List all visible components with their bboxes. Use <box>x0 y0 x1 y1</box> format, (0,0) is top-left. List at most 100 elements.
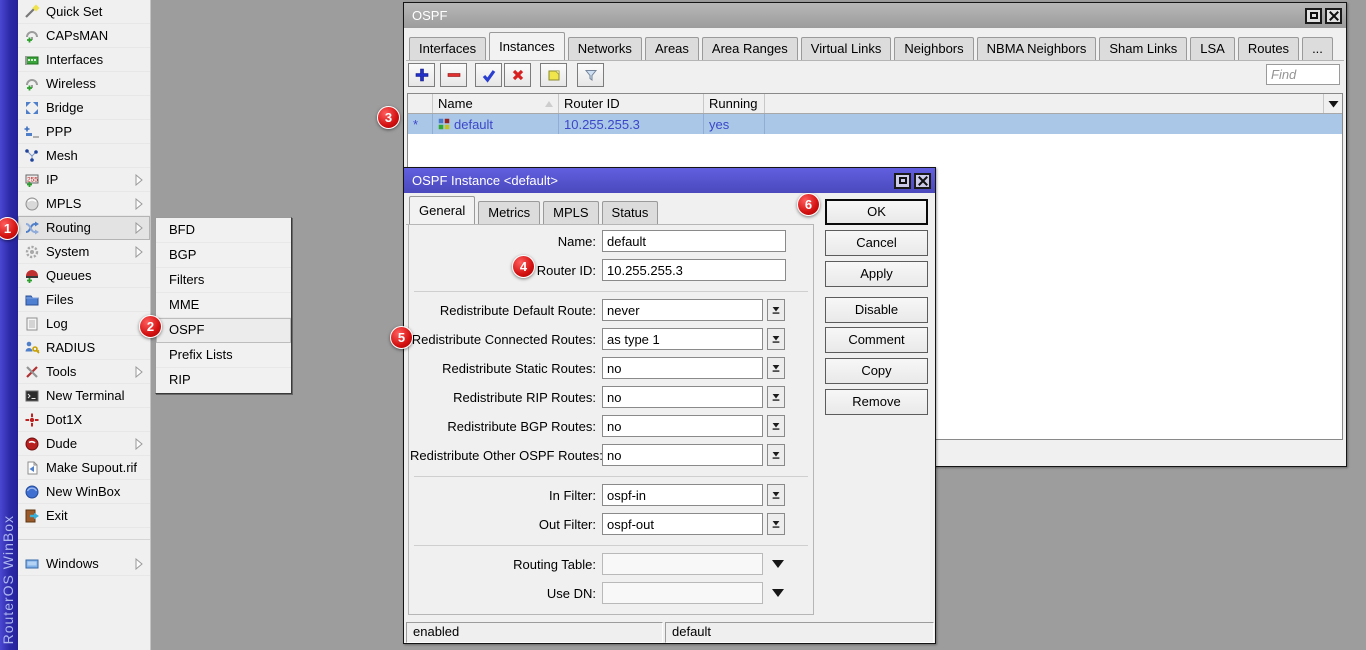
tab-lsa[interactable]: LSA <box>1190 37 1235 60</box>
submenu-item-ospf[interactable]: OSPF <box>156 318 291 343</box>
tab-virtual-links[interactable]: Virtual Links <box>801 37 892 60</box>
header-router-id-column[interactable]: Router ID <box>559 94 704 113</box>
sidebar-item-windows[interactable]: Windows <box>18 552 150 576</box>
sidebar-item-tools[interactable]: Tools <box>18 360 150 384</box>
tab-general[interactable]: General <box>409 196 475 224</box>
sidebar-item-files[interactable]: Files <box>18 288 150 312</box>
sidebar-item-ppp[interactable]: PPP <box>18 120 150 144</box>
submenu-item-rip[interactable]: RIP <box>156 368 291 393</box>
apply-button[interactable]: Apply <box>825 261 928 287</box>
sidebar-item-system[interactable]: System <box>18 240 150 264</box>
tab-area-ranges[interactable]: Area Ranges <box>702 37 798 60</box>
use-dn-label: Use DN: <box>410 586 602 601</box>
redistribute-rip-routes-input[interactable] <box>602 386 763 408</box>
routing-table-combo-arrow-icon[interactable] <box>772 560 784 568</box>
dialog-titlebar[interactable]: OSPF Instance <default> <box>404 168 935 193</box>
disable-button[interactable]: Disable <box>825 297 928 323</box>
copy-button[interactable]: Copy <box>825 358 928 384</box>
remove-button[interactable]: Remove <box>825 389 928 415</box>
redistribute-connected-routes-input[interactable] <box>602 328 763 350</box>
list-header: Name Router ID Running <box>408 94 1342 114</box>
in-filter-dropdown-button[interactable] <box>767 484 785 506</box>
use-dn-combo-arrow-icon[interactable] <box>772 589 784 597</box>
maximize-button[interactable] <box>894 173 911 189</box>
sidebar-item-wireless[interactable]: Wireless <box>18 72 150 96</box>
header-name-column[interactable]: Name <box>433 94 559 113</box>
redistribute-bgp-routes-input[interactable] <box>602 415 763 437</box>
out-filter-input[interactable] <box>602 513 763 535</box>
add-button[interactable] <box>408 63 435 87</box>
separator <box>414 291 808 292</box>
sidebar-item-routing[interactable]: Routing <box>18 216 150 240</box>
redistribute-default-route-input[interactable] <box>602 299 763 321</box>
sidebar-item-new-winbox[interactable]: New WinBox <box>18 480 150 504</box>
sidebar-item-capsman[interactable]: CAPsMAN <box>18 24 150 48</box>
sidebar-item-dot1x[interactable]: Dot1X <box>18 408 150 432</box>
redistribute-bgp-routes-dropdown-button[interactable] <box>767 415 785 437</box>
tab-sham-links[interactable]: Sham Links <box>1099 37 1187 60</box>
redistribute-default-route-dropdown-button[interactable] <box>767 299 785 321</box>
redistribute-rip-routes-dropdown-button[interactable] <box>767 386 785 408</box>
ok-button[interactable]: OK <box>825 199 928 225</box>
comment-button[interactable] <box>540 63 567 87</box>
tab-networks[interactable]: Networks <box>568 37 642 60</box>
filter-button[interactable] <box>577 63 604 87</box>
redistribute-other-ospf-routes-dropdown-button[interactable] <box>767 444 785 466</box>
maximize-button[interactable] <box>1305 8 1322 24</box>
use-dn-input[interactable] <box>602 582 763 604</box>
router-id-input[interactable] <box>602 259 786 281</box>
sidebar-item-label: System <box>46 244 125 259</box>
comment-button[interactable]: Comment <box>825 327 928 353</box>
maximize-icon <box>899 177 907 184</box>
sidebar-item-interfaces[interactable]: Interfaces <box>18 48 150 72</box>
submenu-item-prefix-lists[interactable]: Prefix Lists <box>156 343 291 368</box>
sidebar-item-bridge[interactable]: Bridge <box>18 96 150 120</box>
routing-table-input[interactable] <box>602 553 763 575</box>
tab-mpls[interactable]: MPLS <box>543 201 598 224</box>
redistribute-other-ospf-routes-input[interactable] <box>602 444 763 466</box>
redistribute-connected-routes-dropdown-button[interactable] <box>767 328 785 350</box>
out-filter-dropdown-button[interactable] <box>767 513 785 535</box>
cancel-button[interactable]: Cancel <box>825 230 928 256</box>
tab-neighbors[interactable]: Neighbors <box>894 37 973 60</box>
sidebar-item-new-terminal[interactable]: New Terminal <box>18 384 150 408</box>
tab-status[interactable]: Status <box>602 201 659 224</box>
header-running-column[interactable]: Running <box>704 94 765 113</box>
tab-routes[interactable]: Routes <box>1238 37 1299 60</box>
in-filter-input[interactable] <box>602 484 763 506</box>
sidebar-item-mesh[interactable]: Mesh <box>18 144 150 168</box>
tab-nbma-neighbors[interactable]: NBMA Neighbors <box>977 37 1097 60</box>
submenu-item-mme[interactable]: MME <box>156 293 291 318</box>
name-input[interactable] <box>602 230 786 252</box>
disable-button[interactable] <box>504 63 531 87</box>
find-input[interactable] <box>1266 64 1340 85</box>
tab-more[interactable]: ... <box>1302 37 1333 60</box>
sidebar-item-log[interactable]: Log <box>18 312 150 336</box>
redistribute-static-routes-dropdown-button[interactable] <box>767 357 785 379</box>
sidebar-item-queues[interactable]: Queues <box>18 264 150 288</box>
table-row[interactable]: * default 10.255.255.3 yes <box>408 114 1342 134</box>
tab-metrics[interactable]: Metrics <box>478 201 540 224</box>
sidebar-item-exit[interactable]: Exit <box>18 504 150 528</box>
sidebar-item-make-supout[interactable]: Make Supout.rif <box>18 456 150 480</box>
redistribute-static-routes-input[interactable] <box>602 357 763 379</box>
sidebar-item-quick-set[interactable]: Quick Set <box>18 0 150 24</box>
submenu-item-filters[interactable]: Filters <box>156 268 291 293</box>
close-button[interactable] <box>1325 8 1342 24</box>
sidebar-item-radius[interactable]: RADIUS <box>18 336 150 360</box>
submenu-item-bfd[interactable]: BFD <box>156 218 291 243</box>
column-select-button[interactable] <box>1323 94 1342 113</box>
sidebar-item-label: Make Supout.rif <box>46 460 147 475</box>
tab-interfaces[interactable]: Interfaces <box>409 37 486 60</box>
ospf-window-titlebar[interactable]: OSPF <box>404 3 1346 28</box>
remove-button[interactable] <box>440 63 467 87</box>
close-button[interactable] <box>914 173 931 189</box>
tab-instances[interactable]: Instances <box>489 32 565 60</box>
sidebar-item-mpls[interactable]: MPLS <box>18 192 150 216</box>
sidebar-item-dude[interactable]: Dude <box>18 432 150 456</box>
submenu-item-bgp[interactable]: BGP <box>156 243 291 268</box>
header-flags-column[interactable] <box>408 94 433 113</box>
tab-areas[interactable]: Areas <box>645 37 699 60</box>
enable-button[interactable] <box>475 63 502 87</box>
sidebar-item-ip[interactable]: 255 IP <box>18 168 150 192</box>
